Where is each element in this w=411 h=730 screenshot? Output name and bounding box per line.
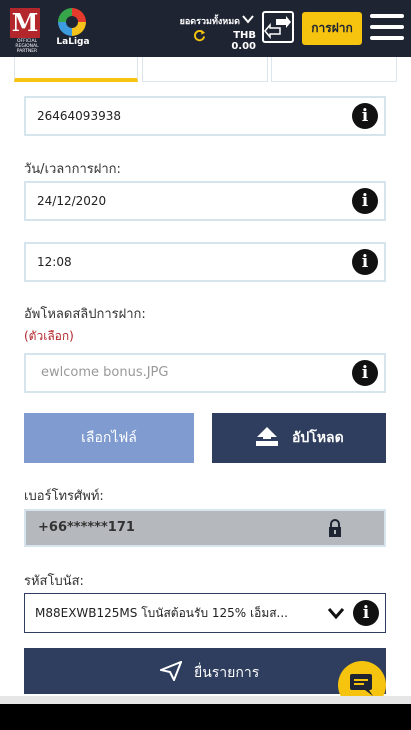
phone-field: +66******171	[24, 509, 386, 547]
time-value: 12:08	[37, 255, 72, 269]
file-name-field[interactable]: ewlcome bonus.JPG i	[24, 353, 386, 393]
upload-icon	[256, 427, 278, 446]
time-field[interactable]: 12:08 i	[24, 242, 386, 282]
info-icon[interactable]: i	[352, 103, 378, 129]
date-field[interactable]: 24/12/2020 i	[24, 181, 386, 221]
datetime-label: วัน/เวลาการฝาก:	[24, 162, 121, 177]
bonus-value: M88EXWB125MS โบนัสต้อนรับ 125% เอ็มส...	[35, 606, 288, 620]
info-icon[interactable]: i	[352, 249, 378, 275]
phone-value: +66******171	[38, 520, 135, 535]
tab-2[interactable]	[142, 57, 268, 82]
send-icon	[160, 661, 182, 681]
brand-caption: OFFICIAL REGIONAL PARTNER	[15, 39, 39, 54]
system-bottom-bar	[0, 704, 411, 730]
optional-label: (ตัวเลือก)	[24, 329, 74, 343]
info-icon[interactable]: i	[353, 600, 379, 626]
info-icon[interactable]: i	[352, 360, 378, 386]
bottom-strip	[0, 696, 411, 704]
laliga-logo-icon	[58, 8, 86, 36]
account-number-value: 26464093938	[37, 109, 121, 123]
upload-label: อัพโหลดสลิปการฝาก:	[24, 307, 146, 322]
tab-3[interactable]	[271, 57, 397, 82]
account-number-field[interactable]: 26464093938 i	[24, 96, 386, 136]
m88-logo[interactable]: M	[10, 8, 40, 38]
transfer-icon	[264, 16, 291, 40]
chevron-down-icon[interactable]	[241, 12, 255, 26]
top-header: M OFFICIAL REGIONAL PARTNER LaLiga ยอดรว…	[0, 0, 411, 57]
submit-button[interactable]: ยื่นรายการ	[24, 648, 386, 694]
bonus-label: รหัสโบนัส:	[24, 574, 84, 589]
tab-1[interactable]	[14, 57, 138, 82]
deposit-button[interactable]: การฝาก	[302, 12, 362, 45]
menu-icon[interactable]	[370, 14, 404, 40]
bonus-select[interactable]: M88EXWB125MS โบนัสต้อนรับ 125% เอ็มส... …	[24, 593, 386, 633]
transfer-button[interactable]	[262, 11, 294, 43]
phone-label: เบอร์โทรศัพท์:	[24, 489, 104, 504]
lock-icon	[329, 519, 341, 537]
refresh-icon[interactable]	[193, 29, 206, 42]
info-icon[interactable]: i	[352, 188, 378, 214]
date-value: 24/12/2020	[37, 194, 107, 208]
upload-button-label: อัปโหลด	[292, 430, 344, 446]
submit-button-label: ยื่นรายการ	[194, 665, 260, 681]
file-name-value: ewlcome bonus.JPG	[41, 365, 169, 380]
chevron-down-icon[interactable]	[327, 605, 345, 621]
choose-file-button[interactable]: เลือกไฟล์	[24, 413, 194, 463]
balance-label[interactable]: ยอดรวมทั้งหมด	[172, 14, 240, 28]
upload-button[interactable]: อัปโหลด	[212, 413, 386, 463]
chat-icon	[350, 674, 373, 696]
balance-value: THB 0.00	[231, 30, 256, 52]
laliga-text: LaLiga	[56, 37, 90, 47]
